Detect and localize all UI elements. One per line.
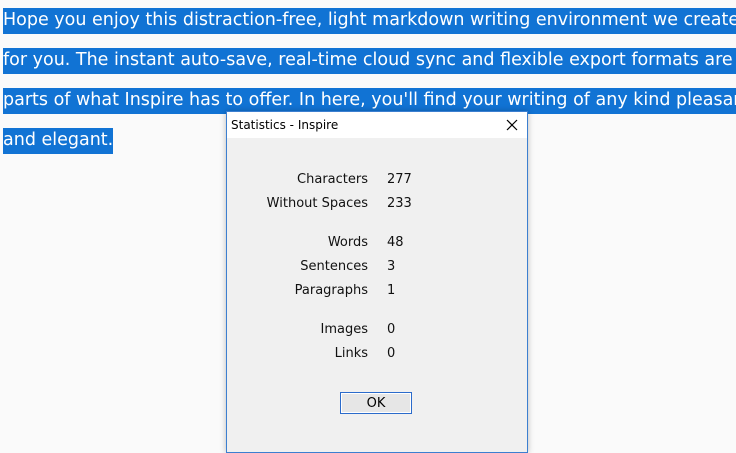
statistics-dialog: Statistics - Inspire Characters 277 With… <box>226 111 528 453</box>
editor-line[interactable]: for you. The instant auto-save, real-tim… <box>3 40 736 80</box>
stat-row-paragraphs: Paragraphs 1 <box>227 280 527 304</box>
stat-label: Images <box>320 322 369 337</box>
stat-value: 0 <box>387 346 396 361</box>
selected-text: Hope you enjoy this distraction-free, li… <box>3 8 736 34</box>
stat-label: Words <box>327 235 368 250</box>
stat-label: Paragraphs <box>294 283 368 298</box>
close-icon <box>506 119 518 131</box>
stats-table: Characters 277 Without Spaces 233 Words … <box>227 169 527 367</box>
close-button[interactable] <box>497 112 527 138</box>
stat-row-words: Words 48 <box>227 232 527 256</box>
stat-value: 3 <box>387 259 396 274</box>
dialog-title: Statistics - Inspire <box>231 118 339 132</box>
stat-value: 233 <box>387 196 412 211</box>
stat-value: 48 <box>387 235 404 250</box>
stat-label: Sentences <box>300 259 368 274</box>
stat-row-without-spaces: Without Spaces 233 <box>227 193 527 217</box>
stat-value: 0 <box>387 322 396 337</box>
selected-text: and elegant. <box>3 128 114 154</box>
stat-label: Links <box>334 346 368 361</box>
ok-button[interactable]: OK <box>340 392 412 414</box>
stat-value: 277 <box>387 172 412 187</box>
stat-row-characters: Characters 277 <box>227 169 527 193</box>
stat-row-images: Images 0 <box>227 319 527 343</box>
stat-label: Without Spaces <box>266 196 368 211</box>
stat-row-links: Links 0 <box>227 343 527 367</box>
editor-line[interactable]: Hope you enjoy this distraction-free, li… <box>3 0 736 40</box>
stat-value: 1 <box>387 283 396 298</box>
selected-text: for you. The instant auto-save, real-tim… <box>3 48 736 74</box>
stat-label: Characters <box>297 172 368 187</box>
stat-row-sentences: Sentences 3 <box>227 256 527 280</box>
dialog-titlebar[interactable]: Statistics - Inspire <box>227 112 527 138</box>
